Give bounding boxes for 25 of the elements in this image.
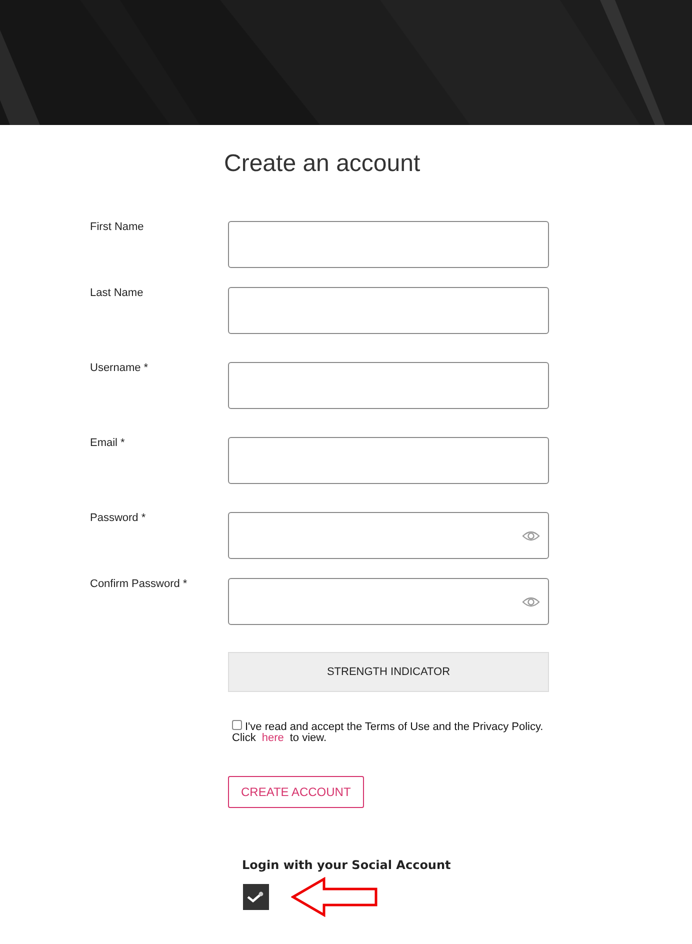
field-label: Email *	[90, 436, 126, 451]
eye-icon[interactable]	[522, 596, 540, 608]
input-field[interactable]	[228, 221, 549, 268]
view-text: to view.	[290, 733, 327, 744]
input-field[interactable]	[228, 362, 549, 409]
input-field[interactable]	[228, 437, 549, 484]
password-field[interactable]	[228, 578, 549, 625]
click-text: Click	[232, 733, 256, 744]
social-login-button[interactable]	[243, 884, 269, 910]
input-field[interactable]	[228, 287, 549, 334]
field-label: First Name	[90, 220, 145, 235]
terms-text: I've read and accept the Terms of Use and the Privacy Policy.	[245, 722, 544, 733]
strength-indicator: STRENGTH INDICATOR	[228, 652, 549, 692]
field-label: Password *	[90, 511, 147, 526]
create-account-button[interactable]: CREATE ACCOUNT	[228, 776, 364, 808]
terms-checkbox[interactable]	[232, 720, 242, 730]
here-link[interactable]: here	[262, 733, 284, 744]
field-label: Username *	[90, 361, 150, 376]
field-label: Last Name	[90, 286, 144, 301]
checkmark-icon	[247, 891, 265, 903]
eye-icon[interactable]	[522, 530, 540, 542]
password-field[interactable]	[228, 512, 549, 559]
page-title: Create an account	[224, 150, 420, 178]
field-label: Confirm Password *	[90, 577, 188, 592]
social-heading: Login with your Social Account	[242, 857, 451, 874]
